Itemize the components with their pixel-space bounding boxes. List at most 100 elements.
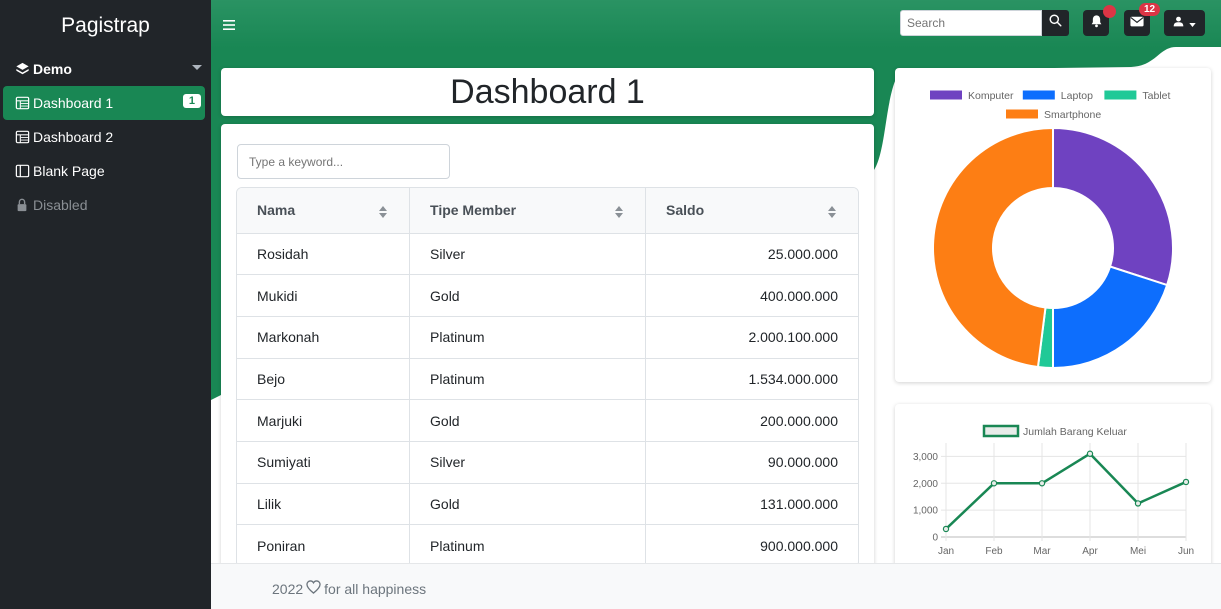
sidebar-item-label: Disabled	[33, 197, 88, 213]
series-line	[945, 452, 1187, 530]
line-chart: Jumlah Barang Keluar 0 1,000 2,000 3,000 Jan F…	[913, 424, 1194, 557]
legend-swatch[interactable]	[930, 90, 962, 100]
sort-icon	[379, 205, 388, 218]
data-point[interactable]	[990, 480, 998, 487]
donut-slice-komputer[interactable]	[1052, 126, 1174, 287]
column-header-label: Nama	[257, 202, 296, 219]
brand-logo[interactable]: Pagistrap	[0, 0, 211, 52]
table-card: Nama Tipe Member Saldo	[221, 124, 874, 584]
data-point[interactable]	[1038, 480, 1046, 487]
search-button[interactable]	[1042, 10, 1069, 36]
table-row: Poniran Platinum 900.000.000	[237, 524, 858, 567]
cell-tipe-member: Platinum	[409, 316, 647, 359]
cell-nama: Markonah	[237, 316, 411, 359]
column-header-saldo[interactable]: Saldo	[645, 188, 858, 234]
data-point[interactable]	[1086, 450, 1094, 457]
cell-saldo: 2.000.100.000	[645, 316, 858, 359]
column-header-nama[interactable]: Nama	[237, 188, 411, 234]
sidebar-item-label: Dashboard 1	[33, 95, 114, 111]
donut-slice-smartphone[interactable]	[932, 126, 1054, 369]
sidebar-item-dashboard-2[interactable]: Dashboard 2	[0, 120, 211, 154]
bell-icon	[1090, 14, 1103, 33]
cell-nama: Mukidi	[237, 274, 411, 317]
table-row: Bejo Platinum 1.534.000.000	[237, 358, 858, 401]
legend-swatch[interactable]	[1006, 109, 1038, 119]
page-title: Dashboard 1	[450, 72, 645, 111]
cell-saldo: 200.000.000	[645, 399, 858, 442]
sidebar-item-disabled: Disabled	[0, 188, 211, 222]
cell-nama: Rosidah	[237, 233, 411, 276]
table-row: Marjuki Gold 200.000.000	[237, 399, 858, 442]
member-table: Nama Tipe Member Saldo Rosidah Silver 25…	[237, 188, 858, 567]
legend-label[interactable]: Jumlah Barang Keluar	[1023, 426, 1127, 438]
keyword-search-input[interactable]	[237, 144, 450, 179]
x-tick-label: Mar	[1033, 546, 1051, 557]
table-row: Rosidah Silver 25.000.000	[237, 233, 858, 276]
table-row: Markonah Platinum 2.000.100.000	[237, 316, 858, 359]
donut-chart: Komputer Laptop Tablet Smartphone	[930, 90, 1174, 370]
x-tick-label: Jan	[938, 546, 954, 557]
search-input[interactable]	[900, 10, 1042, 36]
messages-button[interactable]: 12	[1124, 3, 1161, 36]
legend-swatch[interactable]	[1022, 90, 1055, 100]
sidebar-item-dashboard-1[interactable]: Dashboard 1 1	[3, 86, 205, 120]
legend-label[interactable]: Tablet	[1142, 90, 1170, 102]
cell-tipe-member: Platinum	[409, 524, 647, 567]
sidebar-item-label: Demo	[33, 61, 72, 77]
data-point[interactable]	[1182, 478, 1190, 486]
user-menu-button[interactable]	[1164, 10, 1205, 36]
column-header-label: Tipe Member	[430, 202, 517, 219]
y-tick-label: 0	[932, 533, 938, 544]
footer-year: 2022	[272, 580, 304, 597]
search-group	[900, 10, 1069, 36]
table-row: Lilik Gold 131.000.000	[237, 483, 858, 526]
table-header-row: Nama Tipe Member Saldo	[237, 188, 858, 234]
lock-icon	[14, 197, 30, 213]
legend-swatch[interactable]	[982, 424, 1020, 438]
notifications-button[interactable]	[1083, 5, 1116, 36]
table-row: Mukidi Gold 400.000.000	[237, 274, 858, 317]
cell-nama: Bejo	[237, 358, 411, 401]
cell-tipe-member: Silver	[409, 233, 647, 276]
sidebar-item-blank-page[interactable]: Blank Page	[0, 154, 211, 188]
cell-saldo: 900.000.000	[645, 524, 858, 567]
donut-slice-laptop[interactable]	[1052, 265, 1169, 370]
y-tick-label: 2,000	[913, 479, 938, 490]
data-point[interactable]	[942, 525, 950, 533]
cell-tipe-member: Gold	[409, 274, 647, 317]
legend-label[interactable]: Komputer	[968, 90, 1014, 102]
sidebar-item-demo[interactable]: Demo	[0, 52, 211, 86]
donut-chart-card: Komputer Laptop Tablet Smartphone	[895, 68, 1211, 382]
layers-icon	[14, 61, 30, 77]
line-chart-card: Jumlah Barang Keluar 0 1,000 2,000 3,000 Jan F…	[895, 404, 1211, 584]
column-header-tipe-member[interactable]: Tipe Member	[409, 188, 647, 234]
column-header-label: Saldo	[666, 202, 705, 219]
cell-nama: Sumiyati	[237, 441, 411, 484]
cell-tipe-member: Gold	[409, 483, 647, 526]
data-point[interactable]	[1134, 500, 1142, 507]
notification-dot	[1103, 5, 1116, 18]
sidebar-item-label: Blank Page	[33, 163, 105, 179]
data-table-wrapper: Nama Tipe Member Saldo Rosidah Silver 25…	[236, 187, 859, 568]
cell-saldo: 1.534.000.000	[645, 358, 858, 401]
search-icon	[1049, 14, 1062, 32]
legend-label[interactable]: Laptop	[1061, 90, 1093, 102]
caret-down-icon	[192, 65, 202, 70]
footer-text: 2022 for all happiness	[272, 580, 426, 597]
footer-tagline: for all happiness	[324, 580, 427, 597]
x-tick-label: Mei	[1130, 546, 1146, 557]
sidebar: Pagistrap Demo Dashboard 1 1 Dashboard 2…	[0, 0, 211, 609]
footer: 2022 for all happiness	[211, 563, 1221, 609]
hamburger-menu-icon[interactable]	[223, 17, 235, 30]
cell-tipe-member: Silver	[409, 441, 647, 484]
top-navbar: 12	[211, 0, 1221, 47]
sort-icon	[615, 205, 624, 218]
user-icon	[1173, 14, 1184, 32]
legend-swatch[interactable]	[1104, 90, 1137, 100]
legend-label[interactable]: Smartphone	[1044, 109, 1101, 121]
x-tick-label: Jun	[1178, 546, 1194, 557]
messages-count-badge: 12	[1139, 3, 1161, 16]
cell-tipe-member: Gold	[409, 399, 647, 442]
main-content: 12 Dashboard 1 Nama	[211, 0, 1221, 609]
cell-nama: Lilik	[237, 483, 411, 526]
